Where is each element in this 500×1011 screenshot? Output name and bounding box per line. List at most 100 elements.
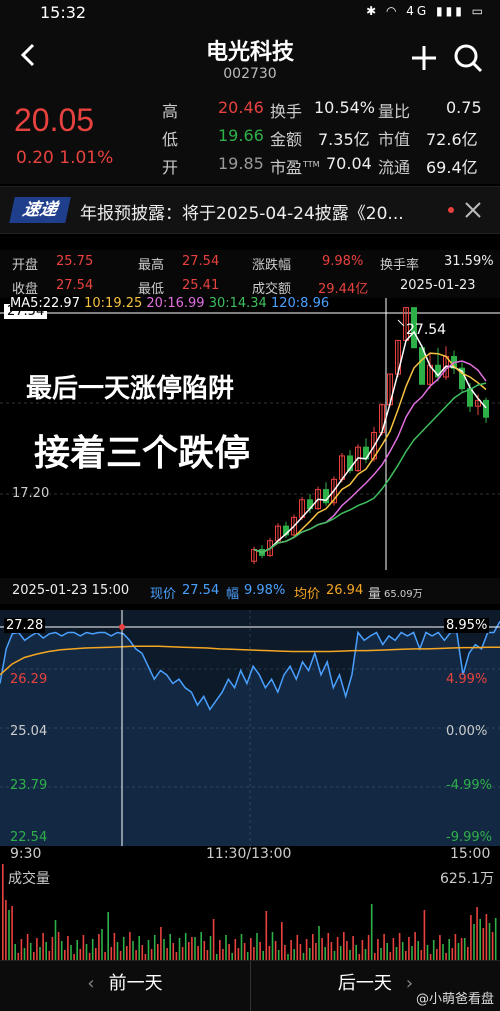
volume-bar xyxy=(253,947,255,960)
volume-bar xyxy=(212,919,215,960)
volume-bar xyxy=(377,939,379,960)
search-icon[interactable] xyxy=(452,42,484,74)
stat-label: 换手率 xyxy=(380,258,420,273)
volume-bar xyxy=(150,949,153,960)
kline-chart[interactable]: 27.54 17.20 27.54 最后一天涨停陷阱 接着三个跌停 xyxy=(0,298,500,570)
volume-bar xyxy=(426,945,429,960)
stat-label: 最高 xyxy=(138,258,165,273)
quote-value-pe: 70.04 xyxy=(326,154,372,173)
current-price: 20.05 xyxy=(14,102,95,138)
intraday-vol-value: 65.09万 xyxy=(384,589,423,600)
volume-bar xyxy=(147,940,150,960)
intraday-chart[interactable]: 27.28 26.29 25.04 23.79 22.54 8.95% 4.99… xyxy=(0,610,500,846)
volume-bar xyxy=(33,952,35,960)
quote-value-mktcap: 72.6亿 xyxy=(426,130,478,149)
volume-bar xyxy=(163,939,165,960)
volume-bar xyxy=(178,938,181,960)
ticker-logo: 速递 xyxy=(9,197,71,223)
quote-value-float: 69.4亿 xyxy=(426,158,478,177)
ma20-line xyxy=(253,360,487,554)
quote-label-volratio: 量比 xyxy=(378,102,411,121)
volume-bar xyxy=(240,934,243,960)
day-stats-panel: 开盘 25.75 最高 27.54 涨跌幅 9.98% 换手率 31.59% 收… xyxy=(0,250,500,298)
volume-bar xyxy=(355,945,357,960)
kline-high-label: 27.54 xyxy=(406,322,447,338)
volume-bar xyxy=(160,927,162,960)
volume-bar xyxy=(293,949,295,960)
quote-value-amount: 7.35亿 xyxy=(318,130,370,149)
volume-bar xyxy=(488,923,491,960)
time-close: 15:00 xyxy=(450,846,491,862)
intraday-svg xyxy=(0,610,500,846)
volume-bar xyxy=(296,935,299,960)
volume-bar xyxy=(491,932,494,960)
volume-bar xyxy=(157,944,159,960)
volume-bar xyxy=(113,933,116,960)
intraday-pct-label: 0.00% xyxy=(446,724,488,739)
stat-value: 27.54 xyxy=(182,254,220,269)
volume-bar xyxy=(448,939,450,960)
volume-bar xyxy=(70,945,72,960)
intraday-avg-value: 26.94 xyxy=(326,583,364,598)
prev-day-label: 前一天 xyxy=(108,973,163,994)
intraday-pct-label: 4.99% xyxy=(446,672,488,687)
stat-value: 25.75 xyxy=(56,254,94,269)
title-bar: 电光科技 002730 xyxy=(0,26,500,88)
candle-body xyxy=(483,399,489,418)
intraday-y-label: 25.04 xyxy=(10,724,48,739)
volume-bar xyxy=(51,937,54,960)
kline-y-mid: 17.20 xyxy=(12,486,50,501)
volume-bar xyxy=(2,864,4,960)
ma-legend: MA5:22.97 10:19.25 20:16.99 30:14.34 120… xyxy=(10,296,329,311)
candle-body xyxy=(467,388,473,407)
volume-bar xyxy=(364,949,367,960)
volume-bar xyxy=(200,932,202,960)
volume-bar xyxy=(349,950,351,960)
volume-bar xyxy=(299,944,302,960)
volume-bar xyxy=(11,906,13,960)
news-ticker[interactable]: 速递 年报预披露：将于2025-04-24披露《20... xyxy=(0,186,500,234)
volume-bar xyxy=(95,948,97,960)
volume-bar xyxy=(445,953,447,960)
volume-bar xyxy=(343,932,345,960)
volume-bar xyxy=(467,947,469,960)
volume-bar xyxy=(107,912,109,960)
volume-bar xyxy=(271,932,274,960)
stat-label: 开盘 xyxy=(12,258,39,273)
volume-bar xyxy=(473,924,475,960)
volume-bar xyxy=(457,943,460,960)
volume-bar xyxy=(274,941,277,960)
volume-bar xyxy=(122,937,125,960)
volume-bar xyxy=(281,922,283,960)
volume-bar xyxy=(231,953,233,960)
volume-bar xyxy=(451,948,454,960)
volume-bar xyxy=(39,947,41,960)
quote-value-open: 19.85 xyxy=(218,154,264,173)
close-icon[interactable] xyxy=(462,199,484,221)
stat-label: 涨跌幅 xyxy=(252,258,292,273)
prev-day-button[interactable]: ‹ 前一天 xyxy=(0,961,250,1011)
volume-bar xyxy=(315,943,317,960)
intraday-header: 2025-01-23 15:00 现价 27.54 幅 9.98% 均价 26.… xyxy=(0,578,500,604)
watermark: @小萌爸看盘 xyxy=(415,992,494,1007)
volume-bar xyxy=(129,932,131,960)
ma20-label: 20:16.99 xyxy=(146,296,205,311)
volume-bar xyxy=(408,937,410,960)
volume-bar xyxy=(85,944,88,960)
volume-bar xyxy=(460,938,463,960)
volume-bar xyxy=(29,943,32,960)
quote-value-turnover: 10.54% xyxy=(314,98,376,117)
volume-bar xyxy=(243,943,246,960)
time-open: 9:30 xyxy=(10,846,42,862)
volume-bar xyxy=(333,951,336,960)
volume-bar xyxy=(181,947,184,960)
ticker-text[interactable]: 年报预披露：将于2025-04-24披露《20... xyxy=(80,199,440,224)
intraday-avg-label: 均价 xyxy=(294,587,321,602)
stat-date: 2025-01-23 xyxy=(400,278,476,293)
volume-bar xyxy=(277,950,280,960)
volume-bar xyxy=(494,918,497,960)
add-watchlist-icon[interactable] xyxy=(408,42,440,74)
quote-label-high: 高 xyxy=(162,102,179,121)
volume-bar xyxy=(203,941,206,960)
ma5-label: MA5:22.97 xyxy=(10,296,80,311)
